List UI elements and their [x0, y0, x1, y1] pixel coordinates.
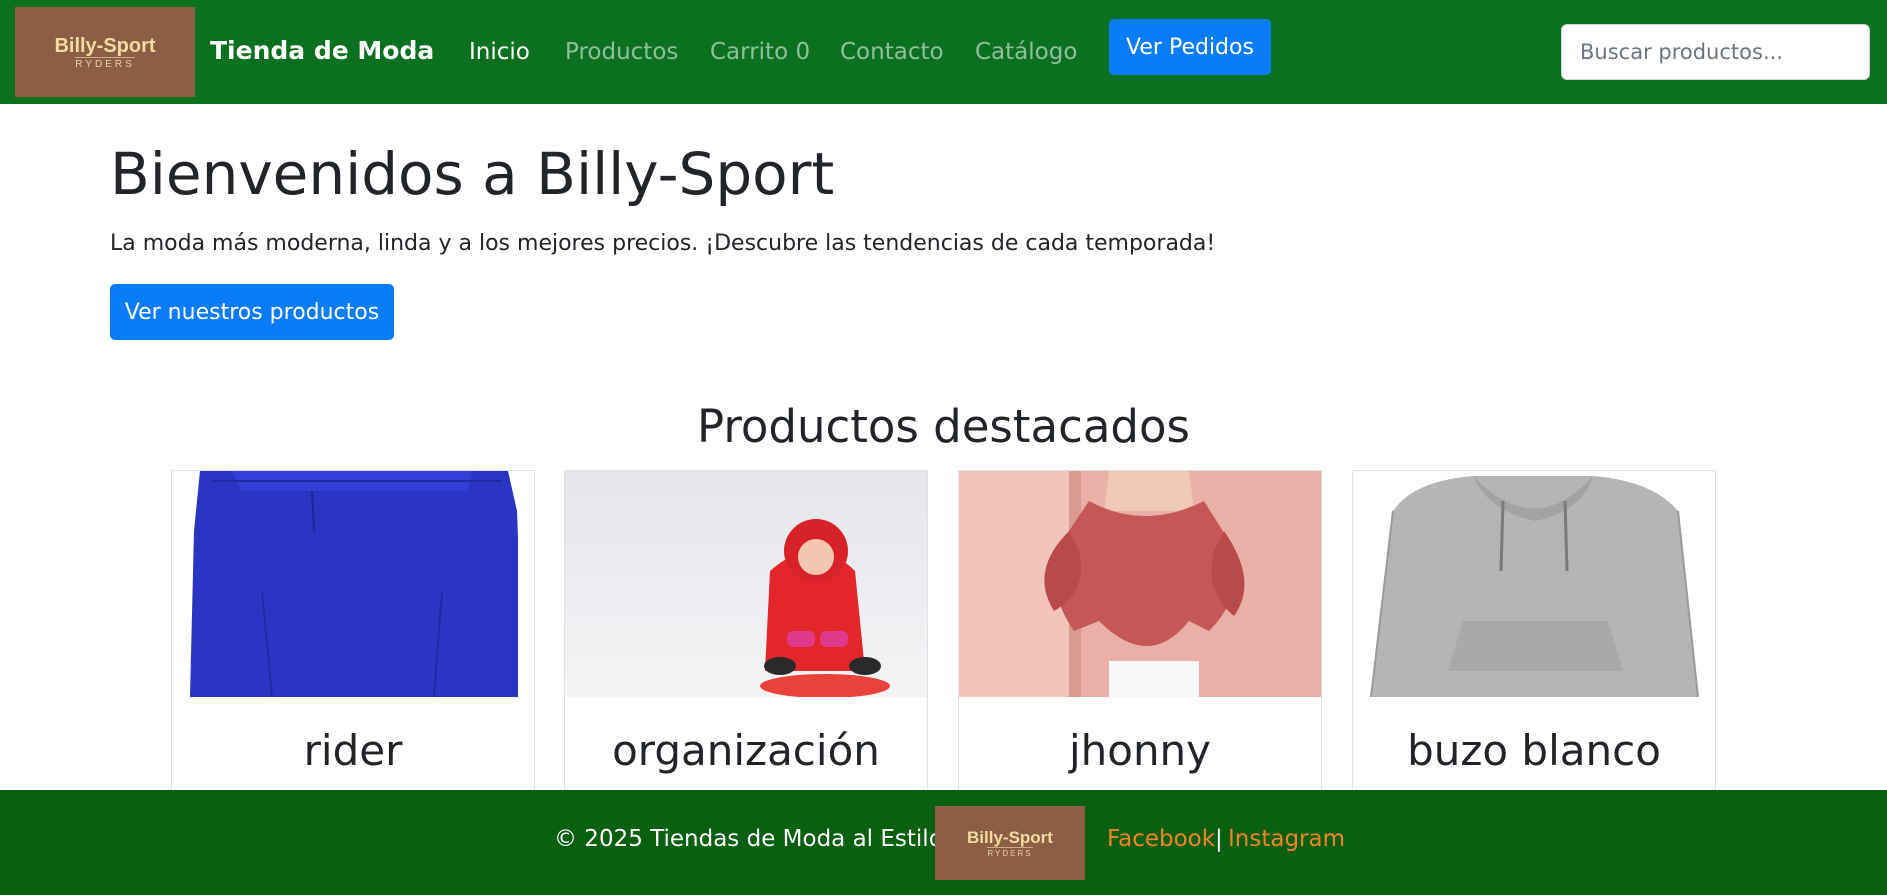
product-name: buzo blanco [1407, 726, 1661, 775]
top-navbar: Billy-Sport RYDERS Tienda de Moda Inicio… [0, 0, 1887, 104]
product-name: jhonny [1068, 726, 1212, 775]
product-card[interactable]: rider [171, 470, 535, 800]
product-image-ruffled-blouse [959, 471, 1321, 697]
facebook-link[interactable]: Facebook [1107, 826, 1215, 852]
footer-logo: Billy-Sport RYDERS [935, 806, 1085, 880]
footer-logo-sub-text: RYDERS [987, 846, 1033, 858]
logo-main-text: Billy-Sport [54, 34, 156, 57]
footer-separator: | [1215, 826, 1223, 852]
nav-contacto[interactable]: Contacto [840, 39, 944, 65]
product-image-blue-sweater [172, 471, 534, 697]
product-name: rider [303, 726, 403, 775]
featured-section-title: Productos destacados [697, 400, 1190, 453]
product-card[interactable]: organización [564, 470, 928, 800]
product-name: organización [612, 726, 880, 775]
product-card[interactable]: jhonny [958, 470, 1322, 800]
brand-name[interactable]: Tienda de Moda [210, 36, 434, 65]
footer-logo-main-text: Billy-Sport [967, 827, 1053, 847]
product-image-grey-hoodie [1353, 471, 1715, 697]
nav-productos[interactable]: Productos [565, 39, 678, 65]
product-image-child-snowsuit [565, 471, 927, 697]
product-card[interactable]: buzo blanco [1352, 470, 1716, 800]
hero-title: Bienvenidos a Billy-Sport [110, 140, 835, 208]
nav-inicio[interactable]: Inicio [469, 39, 530, 65]
view-orders-button[interactable]: Ver Pedidos [1109, 19, 1271, 75]
hero-description: La moda más moderna, linda y a los mejor… [110, 231, 1216, 256]
instagram-link[interactable]: Instagram [1228, 826, 1345, 852]
logo-sub-text: RYDERS [75, 56, 135, 70]
footer-copyright: © 2025 Tiendas de Moda al Estilo [554, 826, 943, 852]
view-products-button[interactable]: Ver nuestros productos [110, 284, 394, 340]
search-input[interactable] [1561, 24, 1870, 80]
nav-carrito[interactable]: Carrito 0 [710, 39, 810, 65]
brand-logo[interactable]: Billy-Sport RYDERS [15, 7, 195, 97]
nav-catalogo[interactable]: Catálogo [975, 39, 1077, 65]
